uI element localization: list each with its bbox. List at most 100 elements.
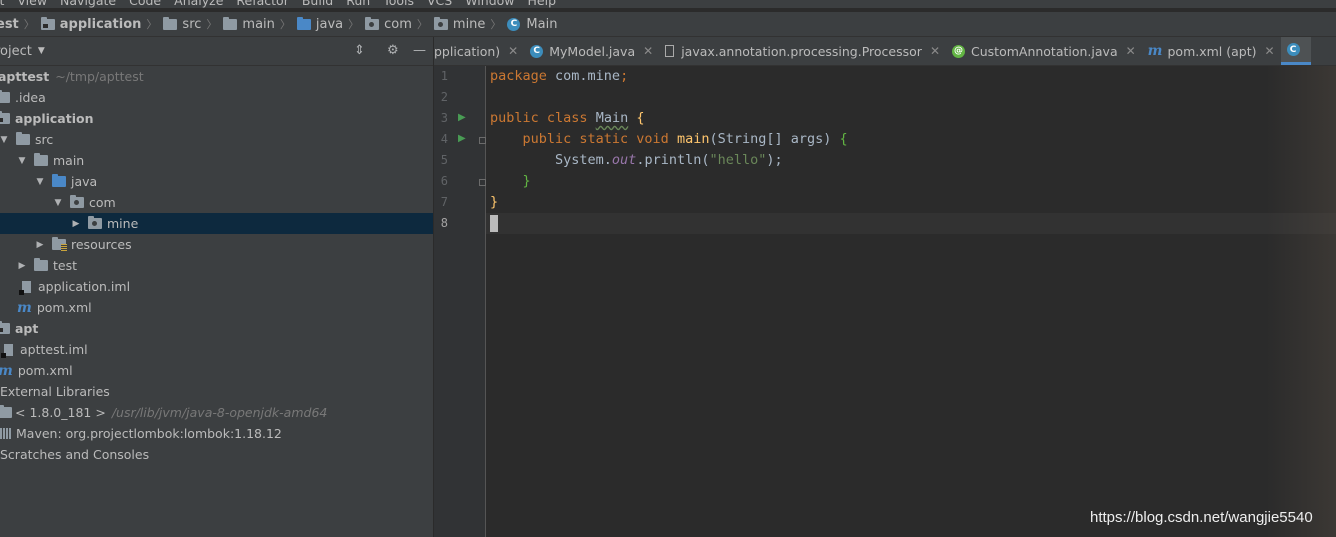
chevron-right-icon: 〉	[416, 18, 428, 31]
iml-file-icon	[1, 343, 13, 358]
tree-item-pom-root[interactable]: m pom.xml	[0, 360, 433, 381]
breadcrumb-java[interactable]: java 〉	[296, 16, 365, 32]
chevron-right-icon: 〉	[23, 18, 35, 31]
breadcrumb-main-class[interactable]: C Main	[507, 17, 557, 32]
text-caret	[490, 214, 498, 232]
code-line: package com.mine;	[490, 68, 629, 84]
minimize-icon[interactable]: —	[413, 43, 426, 58]
breadcrumb-project[interactable]: est 〉	[0, 16, 41, 32]
chevron-right-icon[interactable]: ▶	[34, 240, 46, 250]
folder-icon	[0, 90, 10, 103]
jdk-icon	[0, 405, 12, 418]
tree-item-maven-lombok[interactable]: Maven: org.projectlombok:lombok:1.18.12	[0, 423, 433, 444]
menu-help[interactable]: Help	[528, 0, 557, 8]
menu-run[interactable]: Run	[346, 0, 370, 8]
package-icon	[70, 195, 84, 208]
project-view-selector[interactable]: roject	[0, 44, 32, 59]
gear-icon[interactable]: ⚙	[387, 43, 399, 58]
iml-file-icon	[19, 280, 31, 295]
code-line: public static void main(String[] args) {	[522, 131, 848, 147]
code-editor[interactable]: package com.mine; public class Main { pu…	[486, 66, 1336, 537]
breadcrumb-com[interactable]: com 〉	[365, 16, 434, 32]
project-panel: roject ▼ ⇕ ⚙ — apttest ~/tmp/apttest .id…	[0, 37, 434, 537]
class-icon: C	[530, 44, 544, 58]
close-icon[interactable]: ✕	[1265, 44, 1275, 58]
chevron-right-icon: 〉	[206, 18, 218, 31]
line-number: 4	[440, 132, 448, 146]
collapse-all-icon[interactable]: ⇕	[354, 43, 365, 58]
chevron-down-icon[interactable]: ▼	[16, 156, 28, 166]
tab-application[interactable]: pplication) ✕	[434, 37, 524, 65]
tree-item-idea[interactable]: .idea	[0, 87, 433, 108]
menu-code[interactable]: Code	[129, 0, 161, 8]
menu-navigate[interactable]: Navigate	[60, 0, 116, 8]
line-number: 8	[440, 216, 448, 230]
breadcrumb-mine[interactable]: mine 〉	[433, 16, 508, 32]
folder-icon	[16, 132, 30, 145]
close-icon[interactable]: ✕	[1126, 44, 1136, 58]
tree-item-application[interactable]: application	[0, 108, 433, 129]
chevron-right-icon: 〉	[490, 18, 502, 31]
maven-icon: m	[17, 299, 32, 316]
tree-item-scratches[interactable]: Scratches and Consoles	[0, 444, 433, 465]
tree-item-com[interactable]: ▼ com	[0, 192, 433, 213]
annotation-icon: @	[952, 44, 965, 58]
menu-refactor[interactable]: Refactor	[236, 0, 288, 8]
chevron-right-icon[interactable]: ▶	[70, 219, 82, 229]
breadcrumb-main[interactable]: main 〉	[223, 16, 296, 32]
tree-item-resources[interactable]: ▶ resources	[0, 234, 433, 255]
tree-item-src[interactable]: ▼ src	[0, 129, 433, 150]
chevron-down-icon[interactable]: ▼	[34, 177, 46, 187]
package-icon	[365, 16, 380, 30]
tree-item-apttest-iml[interactable]: apttest.iml	[0, 339, 433, 360]
tree-item-jdk[interactable]: < 1.8.0_181 > /usr/lib/jvm/java-8-openjd…	[0, 402, 433, 423]
menu-tools[interactable]: Tools	[383, 0, 414, 8]
close-icon[interactable]: ✕	[643, 44, 653, 58]
tree-item-apt[interactable]: apt	[0, 318, 433, 339]
fold-icon[interactable]	[479, 179, 486, 186]
folder-icon	[34, 153, 48, 166]
code-line: }	[490, 173, 531, 189]
menu-vcs[interactable]: VCS	[427, 0, 452, 8]
line-number: 7	[440, 195, 448, 209]
run-icon[interactable]: ▶	[458, 133, 466, 144]
menu-view[interactable]: View	[17, 0, 47, 8]
tree-item-test[interactable]: ▶ test	[0, 255, 433, 276]
close-icon[interactable]: ✕	[930, 44, 940, 58]
menu-build[interactable]: Build	[302, 0, 333, 8]
chevron-right-icon[interactable]: ▶	[16, 261, 28, 271]
run-icon[interactable]: ▶	[458, 112, 466, 123]
breadcrumb-application[interactable]: application 〉	[40, 16, 164, 32]
tab-main-active[interactable]: C	[1280, 37, 1311, 65]
module-folder-icon	[0, 111, 10, 124]
tab-customannotation[interactable]: @ CustomAnnotation.java ✕	[946, 37, 1142, 65]
code-line: System.out.println("hello");	[490, 152, 783, 168]
chevron-right-icon: 〉	[348, 18, 360, 31]
menu-analyze[interactable]: Analyze	[174, 0, 223, 8]
maven-icon: m	[0, 363, 13, 379]
close-icon[interactable]: ✕	[508, 44, 518, 58]
tree-item-main[interactable]: ▼ main	[0, 150, 433, 171]
chevron-down-icon[interactable]: ▼	[52, 198, 64, 208]
tab-pom-apt[interactable]: m pom.xml (apt) ✕	[1142, 37, 1281, 65]
tree-item-application-iml[interactable]: application.iml	[0, 276, 433, 297]
line-number: 3	[440, 111, 448, 125]
tree-item-mine[interactable]: ▶ mine	[0, 213, 433, 234]
tree-item-apttest[interactable]: apttest ~/tmp/apttest	[0, 66, 433, 87]
breadcrumb-src[interactable]: src 〉	[163, 16, 223, 32]
fold-icon[interactable]	[479, 137, 486, 144]
tree-item-java[interactable]: ▼ java	[0, 171, 433, 192]
menu-edit[interactable]: it	[0, 0, 4, 8]
code-line: public class Main {	[490, 110, 645, 126]
package-icon	[88, 216, 102, 229]
line-number: 5	[440, 153, 448, 167]
tab-processor[interactable]: javax.annotation.processing.Processor ✕	[659, 37, 946, 65]
menu-window[interactable]: Window	[465, 0, 514, 8]
tree-item-external-libraries[interactable]: External Libraries	[0, 381, 433, 402]
tree-item-pom-application[interactable]: m pom.xml	[0, 297, 433, 318]
line-number: 6	[440, 174, 448, 188]
tab-mymodel[interactable]: C MyModel.java ✕	[524, 37, 659, 65]
menu-bar: it View Navigate Code Analyze Refactor B…	[0, 0, 1336, 8]
chevron-down-icon[interactable]: ▼	[38, 46, 45, 56]
chevron-down-icon[interactable]: ▼	[0, 135, 10, 145]
